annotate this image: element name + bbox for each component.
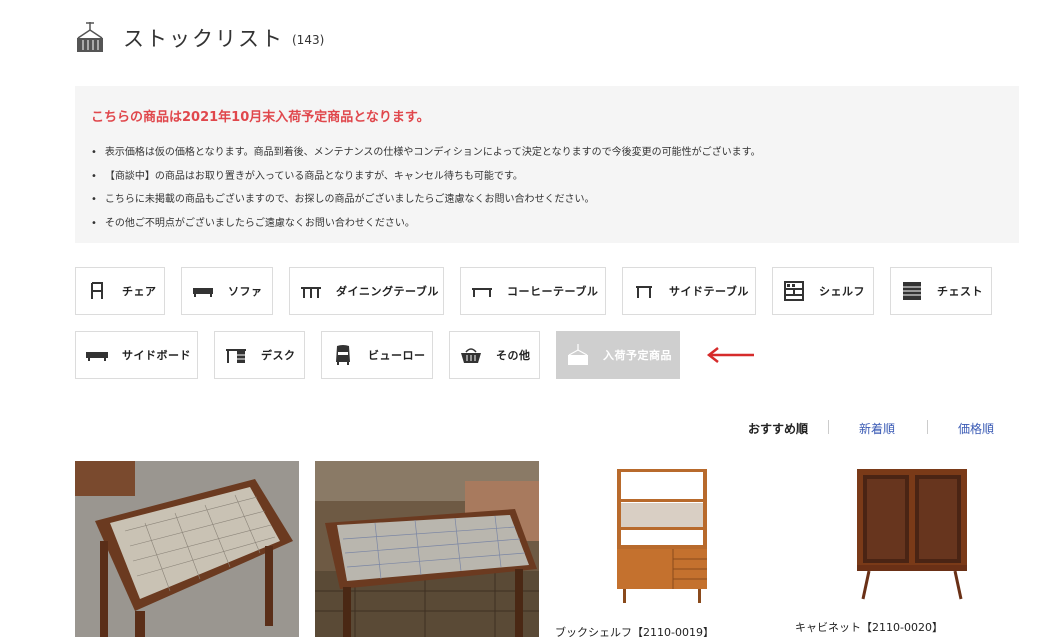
category-label: デスク	[261, 349, 296, 362]
chair-icon	[91, 282, 103, 299]
product-card[interactable]	[315, 461, 539, 637]
notice-item: こちらに未掲載の商品もございますので、お探しの商品がございましたらご遠慮なくお問…	[91, 188, 1003, 212]
category-chair-button[interactable]: チェア	[75, 267, 165, 315]
category-label: サイドボード	[122, 349, 191, 362]
category-label: シェルフ	[819, 285, 865, 298]
sort-newest[interactable]: 新着順	[859, 420, 895, 437]
product-card[interactable]: キャビネット【2110-0020】	[795, 461, 1019, 635]
product-card[interactable]	[75, 461, 299, 637]
desk-icon	[226, 349, 246, 363]
divider	[828, 420, 829, 434]
notice-box: こちらの商品は2021年10月末入荷予定商品となります。 表示価格は仮の価格とな…	[75, 86, 1019, 243]
category-shelf-button[interactable]: シェルフ	[772, 267, 874, 315]
category-label: コーヒーテーブル	[507, 285, 599, 298]
category-label: サイドテーブル	[669, 285, 749, 298]
category-side-table-button[interactable]: サイドテーブル	[622, 267, 756, 315]
basket-icon	[461, 348, 481, 363]
sort-price[interactable]: 価格順	[958, 420, 994, 437]
product-image[interactable]	[75, 461, 299, 637]
product-name[interactable]: キャビネット【2110-0020】	[795, 619, 1019, 635]
category-desk-button[interactable]: デスク	[214, 331, 305, 379]
shelf-icon	[784, 281, 804, 301]
category-sideboard-button[interactable]: サイドボード	[75, 331, 198, 379]
dining-table-icon	[301, 287, 321, 298]
category-label: その他	[496, 349, 531, 362]
category-dining-table-button[interactable]: ダイニングテーブル	[289, 267, 444, 315]
product-name[interactable]: ブックシェルフ【2110-0019】	[555, 624, 779, 637]
product-image[interactable]	[795, 461, 1019, 607]
divider	[927, 420, 928, 434]
page-header: ストックリスト (143)	[75, 22, 324, 54]
stock-count: (143)	[292, 33, 325, 47]
category-label: ダイニングテーブル	[336, 285, 439, 298]
category-label: ソファ	[228, 285, 263, 298]
category-coffee-table-button[interactable]: コーヒーテーブル	[460, 267, 606, 315]
notice-list: 表示価格は仮の価格となります。商品到着後、メンテナンスの仕様やコンディションによ…	[91, 141, 1003, 235]
category-label: 入荷予定商品	[603, 349, 672, 362]
sort-recommended[interactable]: おすすめ順	[748, 420, 808, 437]
category-other-button[interactable]: その他	[449, 331, 540, 379]
side-table-icon	[636, 286, 652, 298]
category-sofa-button[interactable]: ソファ	[181, 267, 273, 315]
category-bureau-button[interactable]: ビューロー	[321, 331, 433, 379]
left-arrow-icon	[706, 347, 754, 363]
notice-item: 【商談中】の商品はお取り置きが入っている商品となりますが、キャンセル待ちも可能で…	[91, 165, 1003, 189]
sideboard-icon	[86, 352, 108, 361]
chest-icon	[903, 282, 921, 300]
container-crane-icon	[77, 22, 103, 52]
coffee-table-icon	[472, 288, 492, 297]
category-label: チェスト	[937, 285, 983, 298]
category-label: チェア	[122, 285, 157, 298]
notice-item: その他ご不明点がございましたらご遠慮なくお問い合わせください。	[91, 212, 1003, 236]
product-image[interactable]	[555, 461, 779, 611]
page-title: ストックリスト	[123, 27, 284, 51]
product-image[interactable]	[315, 461, 539, 637]
notice-item: 表示価格は仮の価格となります。商品到着後、メンテナンスの仕様やコンディションによ…	[91, 141, 1003, 165]
category-incoming-button[interactable]: 入荷予定商品	[556, 331, 680, 379]
category-chest-button[interactable]: チェスト	[890, 267, 992, 315]
sofa-icon	[193, 288, 213, 297]
product-card[interactable]: ブックシェルフ【2110-0019】	[555, 461, 779, 637]
notice-title: こちらの商品は2021年10月末入荷予定商品となります。	[91, 110, 430, 125]
bureau-icon	[336, 345, 350, 365]
container-crane-icon	[568, 344, 588, 365]
category-label: ビューロー	[368, 349, 426, 362]
